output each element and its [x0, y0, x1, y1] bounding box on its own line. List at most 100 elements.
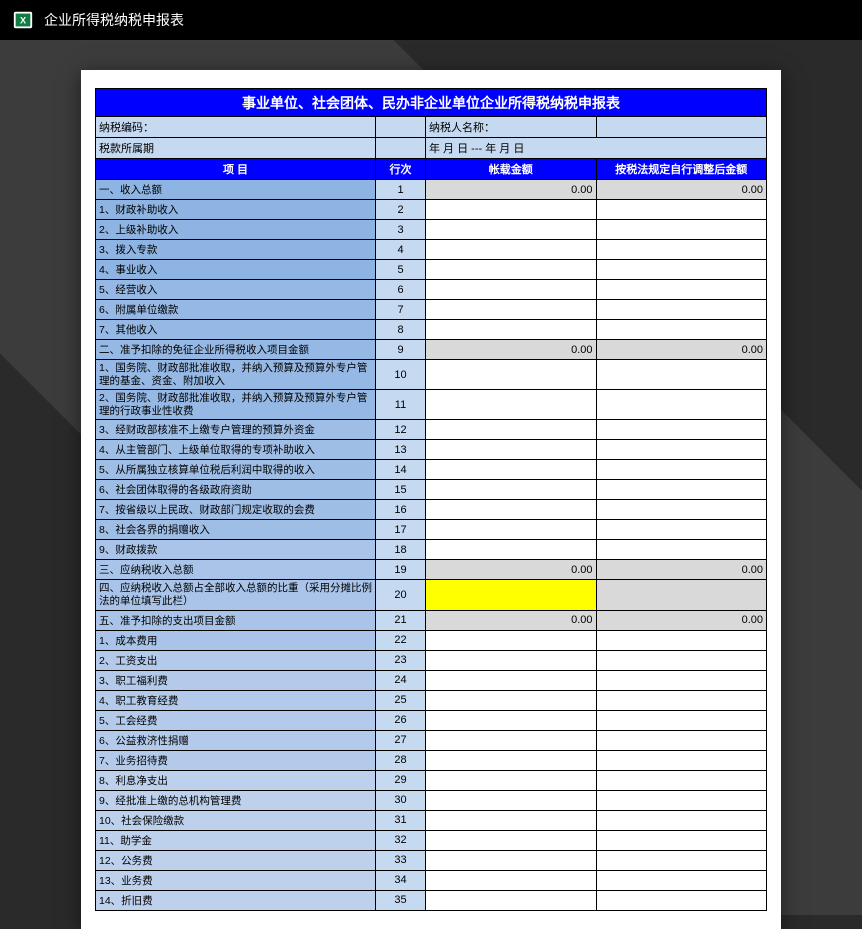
table-row: 3、拨入专款4: [96, 240, 767, 260]
adjusted-amount-cell[interactable]: [596, 460, 767, 480]
amount-cell[interactable]: [426, 390, 597, 420]
adjusted-amount-cell[interactable]: [596, 520, 767, 540]
item-label: 5、工会经费: [96, 710, 376, 730]
amount-cell[interactable]: 0.00: [426, 560, 597, 580]
amount-cell[interactable]: [426, 280, 597, 300]
amount-cell[interactable]: [426, 320, 597, 340]
adjusted-amount-cell[interactable]: [596, 650, 767, 670]
excel-icon: X: [12, 9, 34, 31]
amount-cell[interactable]: [426, 440, 597, 460]
row-number: 27: [376, 730, 426, 750]
taxpayer-code-value[interactable]: [376, 117, 426, 138]
row-number: 7: [376, 300, 426, 320]
adjusted-amount-cell[interactable]: [596, 810, 767, 830]
amount-cell[interactable]: [426, 260, 597, 280]
amount-cell[interactable]: [426, 300, 597, 320]
table-row: 4、从主管部门、上级单位取得的专项补助收入13: [96, 440, 767, 460]
item-label: 13、业务费: [96, 870, 376, 890]
adjusted-amount-cell[interactable]: [596, 480, 767, 500]
adjusted-amount-cell[interactable]: [596, 260, 767, 280]
row-number: 1: [376, 180, 426, 200]
amount-cell[interactable]: [426, 580, 597, 610]
amount-cell[interactable]: [426, 420, 597, 440]
amount-cell[interactable]: [426, 830, 597, 850]
adjusted-amount-cell[interactable]: [596, 300, 767, 320]
amount-cell[interactable]: [426, 710, 597, 730]
table-row: 一、收入总额10.000.00: [96, 180, 767, 200]
amount-cell[interactable]: [426, 360, 597, 390]
row-number: 11: [376, 390, 426, 420]
table-row: 7、按省级以上民政、财政部门规定收取的会费16: [96, 500, 767, 520]
adjusted-amount-cell[interactable]: 0.00: [596, 610, 767, 630]
adjusted-amount-cell[interactable]: [596, 670, 767, 690]
table-row: 2、国务院、财政部批准收取，并纳入预算及预算外专户管理的行政事业性收费11: [96, 390, 767, 420]
table-row: 7、业务招待费28: [96, 750, 767, 770]
adjusted-amount-cell[interactable]: [596, 690, 767, 710]
adjusted-amount-cell[interactable]: [596, 240, 767, 260]
amount-cell[interactable]: 0.00: [426, 180, 597, 200]
adjusted-amount-cell[interactable]: [596, 200, 767, 220]
amount-cell[interactable]: [426, 630, 597, 650]
adjusted-amount-cell[interactable]: [596, 790, 767, 810]
amount-cell[interactable]: 0.00: [426, 610, 597, 630]
adjusted-amount-cell[interactable]: [596, 280, 767, 300]
adjusted-amount-cell[interactable]: [596, 320, 767, 340]
amount-cell[interactable]: [426, 790, 597, 810]
row-number: 33: [376, 850, 426, 870]
amount-cell[interactable]: [426, 730, 597, 750]
amount-cell[interactable]: 0.00: [426, 340, 597, 360]
table-row: 6、附属单位缴款7: [96, 300, 767, 320]
amount-cell[interactable]: [426, 890, 597, 910]
adjusted-amount-cell[interactable]: [596, 890, 767, 910]
table-row: 4、职工教育经费25: [96, 690, 767, 710]
adjusted-amount-cell[interactable]: [596, 770, 767, 790]
amount-cell[interactable]: [426, 690, 597, 710]
amount-cell[interactable]: [426, 770, 597, 790]
item-label: 4、职工教育经费: [96, 690, 376, 710]
adjusted-amount-cell[interactable]: [596, 850, 767, 870]
amount-cell[interactable]: [426, 650, 597, 670]
table-row: 7、其他收入8: [96, 320, 767, 340]
adjusted-amount-cell[interactable]: [596, 360, 767, 390]
amount-cell[interactable]: [426, 240, 597, 260]
amount-cell[interactable]: [426, 810, 597, 830]
item-label: 7、按省级以上民政、财政部门规定收取的会费: [96, 500, 376, 520]
amount-cell[interactable]: [426, 540, 597, 560]
window-title: 企业所得税纳税申报表: [44, 10, 184, 30]
adjusted-amount-cell[interactable]: [596, 870, 767, 890]
adjusted-amount-cell[interactable]: [596, 440, 767, 460]
adjusted-amount-cell[interactable]: [596, 750, 767, 770]
amount-cell[interactable]: [426, 200, 597, 220]
adjusted-amount-cell[interactable]: [596, 500, 767, 520]
adjusted-amount-cell[interactable]: [596, 220, 767, 240]
adjusted-amount-cell[interactable]: 0.00: [596, 180, 767, 200]
column-header-row: 项 目 行次 帐载金额 按税法规定自行调整后金额: [96, 159, 767, 180]
adjusted-amount-cell[interactable]: [596, 540, 767, 560]
amount-cell[interactable]: [426, 500, 597, 520]
item-label: 9、财政拨款: [96, 540, 376, 560]
adjusted-amount-cell[interactable]: [596, 730, 767, 750]
adjusted-amount-cell[interactable]: [596, 710, 767, 730]
adjusted-amount-cell[interactable]: [596, 830, 767, 850]
table-row: 3、职工福利费24: [96, 670, 767, 690]
adjusted-amount-cell[interactable]: [596, 420, 767, 440]
adjusted-amount-cell[interactable]: 0.00: [596, 340, 767, 360]
row-number: 35: [376, 890, 426, 910]
item-label: 2、工资支出: [96, 650, 376, 670]
amount-cell[interactable]: [426, 750, 597, 770]
adjusted-amount-cell[interactable]: 0.00: [596, 560, 767, 580]
adjusted-amount-cell[interactable]: [596, 580, 767, 610]
adjusted-amount-cell[interactable]: [596, 630, 767, 650]
item-label: 三、应纳税收入总额: [96, 560, 376, 580]
taxpayer-name-value[interactable]: [596, 117, 767, 138]
item-label: 二、准予扣除的免征企业所得税收入项目金额: [96, 340, 376, 360]
amount-cell[interactable]: [426, 850, 597, 870]
amount-cell[interactable]: [426, 520, 597, 540]
amount-cell[interactable]: [426, 480, 597, 500]
item-label: 2、上级补助收入: [96, 220, 376, 240]
amount-cell[interactable]: [426, 870, 597, 890]
amount-cell[interactable]: [426, 220, 597, 240]
amount-cell[interactable]: [426, 670, 597, 690]
adjusted-amount-cell[interactable]: [596, 390, 767, 420]
amount-cell[interactable]: [426, 460, 597, 480]
